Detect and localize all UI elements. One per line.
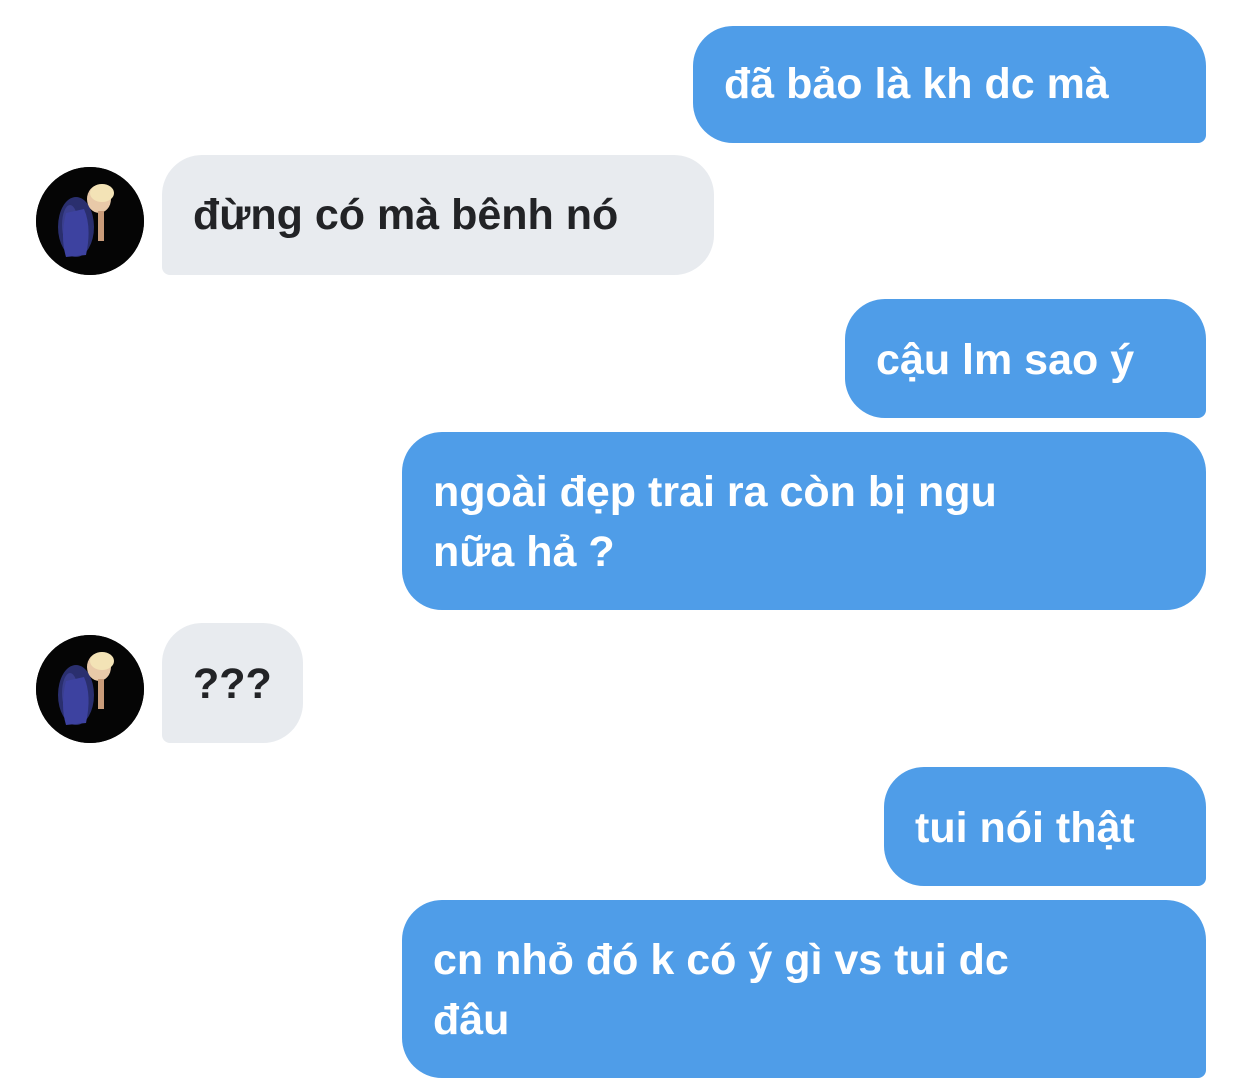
message-bubble-sent[interactable]: đã bảo là kh dc mà <box>693 26 1206 143</box>
message-text: đừng có mà bênh nó <box>193 191 619 239</box>
message-bubble-sent[interactable]: cn nhỏ đó k có ý gì vs tui dc đâu <box>402 900 1206 1078</box>
contact-avatar[interactable] <box>36 167 144 275</box>
message-bubble-sent[interactable]: cậu lm sao ý <box>845 299 1206 418</box>
message-text: ??? <box>193 660 272 708</box>
message-text: tui nói thật <box>915 804 1135 852</box>
message-bubble-received[interactable]: đừng có mà bênh nó <box>162 155 714 275</box>
message-text: cậu lm sao ý <box>876 336 1135 384</box>
contact-avatar[interactable] <box>36 635 144 743</box>
profile-photo-icon <box>36 167 144 275</box>
message-bubble-received[interactable]: ??? <box>162 623 303 743</box>
message-text: đã bảo là kh dc mà <box>724 60 1109 108</box>
message-bubble-sent[interactable]: ngoài đẹp trai ra còn bị ngu nữa hả ? <box>402 432 1206 610</box>
message-bubble-sent[interactable]: tui nói thật <box>884 767 1206 886</box>
profile-photo-icon <box>36 635 144 743</box>
message-text-line: cn nhỏ đó k có ý gì vs tui dc <box>433 936 1009 984</box>
message-text-line: nữa hả ? <box>433 528 615 576</box>
message-text-line: đâu <box>433 996 510 1044</box>
message-text-line: ngoài đẹp trai ra còn bị ngu <box>433 468 997 516</box>
